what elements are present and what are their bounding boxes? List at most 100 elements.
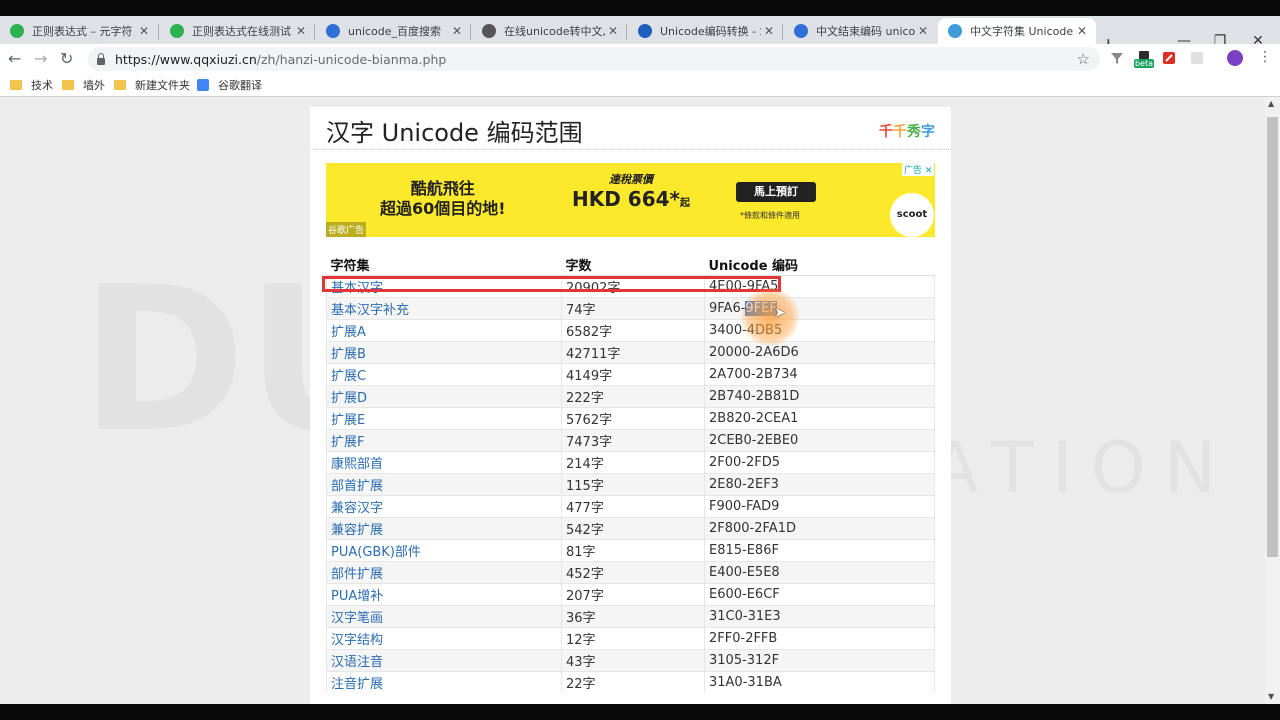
table-row: 扩展A6582字3400-4DB5	[326, 319, 935, 342]
filter-extension-icon[interactable]	[1110, 51, 1124, 65]
charset-link[interactable]: 部件扩展	[326, 561, 562, 584]
char-count-cell: 7473字	[561, 429, 705, 452]
forward-button[interactable]: →	[34, 49, 47, 68]
ad-choices-tag[interactable]: 广告 ✕	[902, 163, 935, 176]
char-count-cell: 214字	[561, 451, 705, 474]
bookmark-folder-tech[interactable]: 技术	[10, 77, 53, 93]
unicode-range-cell: 3400-4DB5	[704, 319, 935, 342]
unicode-range-cell: E815-E86F	[704, 539, 935, 562]
tab-separator	[158, 24, 159, 40]
chat-icon	[170, 24, 184, 38]
charset-link[interactable]: 汉字结构	[326, 627, 562, 650]
table-row: 扩展E 5762字 2B820-2CEA1	[326, 407, 935, 430]
table-row: 注音扩展 22字 31A0-31BA	[326, 671, 935, 693]
reload-button[interactable]: ↻	[60, 49, 73, 68]
tab-title: 在线unicode转中文,中	[504, 25, 605, 38]
charset-link[interactable]: 扩展D	[326, 385, 562, 408]
tab-title: 正则表达式 – 元字符 |	[32, 25, 136, 38]
grey-extension-icon[interactable]	[1190, 51, 1204, 65]
charset-link[interactable]: 扩展E	[326, 407, 562, 430]
browser-tab[interactable]: 正则表达式 – 元字符 | ✕	[0, 18, 158, 44]
unicode-range-cell: 2E80-2EF3	[704, 473, 935, 496]
content-card: 汉字 Unicode 编码范围 千千秀字 酷航飛往 超過60個目的地! 連稅票價 …	[310, 107, 951, 704]
charset-link[interactable]: 康熙部首	[326, 451, 562, 474]
charset-link[interactable]: 扩展C	[326, 363, 562, 386]
ad-brand-logo: scoot	[890, 193, 934, 237]
browser-tab[interactable]: 在线unicode转中文,中✕	[472, 18, 627, 44]
char-count-cell: 452字	[561, 561, 705, 584]
red-extension-icon[interactable]	[1162, 51, 1176, 65]
bookmark-google-translate[interactable]: 谷歌翻译	[197, 77, 262, 93]
column-header-charset: 字符集	[326, 253, 562, 276]
scroll-up-icon[interactable]: ▲	[1268, 99, 1274, 108]
browser-tab[interactable]: 中文结束编码 unicode✕	[784, 18, 937, 44]
charset-link[interactable]: 扩展A	[326, 319, 562, 342]
charset-link[interactable]: 部首扩展	[326, 473, 562, 496]
ad-book-button[interactable]: 馬上預訂	[736, 182, 816, 202]
charset-link[interactable]: 汉字笔画	[326, 605, 562, 628]
scroll-down-icon[interactable]: ▼	[1268, 692, 1274, 701]
browser-tab[interactable]: 中文字符集 Unicode 编✕	[938, 18, 1096, 44]
screen-letterbox-top	[0, 0, 1280, 16]
charset-link[interactable]: 基本汉字补充	[326, 297, 562, 320]
browser-tab[interactable]: 正则表达式在线测试 | 菜✕	[160, 18, 315, 44]
charset-link[interactable]: 扩展B	[326, 341, 562, 364]
table-row: 扩展C 4149字 2A700-2B734	[326, 363, 935, 386]
unicode-range-cell: 2F800-2FA1D	[704, 517, 935, 540]
bookmark-star-icon[interactable]: ☆	[1077, 50, 1090, 68]
table-row: 扩展B 42711字 20000-2A6D6	[326, 341, 935, 364]
tab-close-icon[interactable]: ✕	[761, 24, 777, 38]
unicode-range-cell: 31C0-31E3	[704, 605, 935, 628]
char-count-cell: 542字	[561, 517, 705, 540]
tab-close-icon[interactable]: ✕	[915, 24, 931, 38]
address-bar[interactable]: https://www.qqxiuzi.cn/zh/hanzi-unicode-…	[88, 47, 1100, 71]
ad-banner[interactable]: 酷航飛往 超過60個目的地! 連稅票價 HKD 664*起 馬上預訂 *條款和條件…	[326, 163, 935, 237]
browser-tab[interactable]: Unicode编码转换 - 站 ✕	[628, 18, 783, 44]
globe-icon	[482, 24, 496, 38]
tab-close-icon[interactable]: ✕	[136, 24, 152, 38]
tab-close-icon[interactable]: ✕	[1074, 24, 1090, 38]
tab-close-icon[interactable]: ✕	[605, 24, 621, 38]
charset-link[interactable]: 兼容汉字	[326, 495, 562, 518]
url-text[interactable]: https://www.qqxiuzi.cn/zh/hanzi-unicode-…	[115, 52, 446, 67]
profile-avatar-icon[interactable]	[1227, 50, 1243, 66]
table-row: PUA(GBK)部件 81字 E815-E86F	[326, 539, 935, 562]
tab-title: Unicode编码转换 - 站	[660, 25, 761, 38]
scrollbar-thumb[interactable]	[1267, 117, 1278, 557]
unicode-range-cell: 2F00-2FD5	[704, 451, 935, 474]
back-button[interactable]: ←	[8, 49, 21, 68]
tab-title: unicode_百度搜索	[348, 25, 442, 38]
charset-link[interactable]: PUA增补	[326, 583, 562, 606]
table-row: 扩展F 7473字 2CEB0-2EBE0	[326, 429, 935, 452]
vertical-scrollbar[interactable]: ▲ ▼	[1265, 97, 1280, 704]
unicode-range-cell: E400-E5E8	[704, 561, 935, 584]
bookmark-folder-new[interactable]: 新建文件夹	[114, 77, 190, 93]
unicode-range-cell: 20000-2A6D6	[704, 341, 935, 364]
unicode-range-cell: 2CEB0-2EBE0	[704, 429, 935, 452]
unicode-range-cell: 2FF0-2FFB	[704, 627, 935, 650]
tab-separator	[626, 24, 627, 40]
table-row: 兼容汉字 477字 F900-FAD9	[326, 495, 935, 518]
charset-link[interactable]: 注音扩展	[326, 671, 562, 693]
bookmark-folder-outside[interactable]: 墙外	[62, 77, 105, 93]
unicode-range-cell: F900-FAD9	[704, 495, 935, 518]
table-row: PUA增补 207字 E600-E6CF	[326, 583, 935, 606]
tab-close-icon[interactable]: ✕	[449, 24, 465, 38]
charset-link[interactable]: PUA(GBK)部件	[326, 539, 562, 562]
bookmarks-bar: 技术 墙外 新建文件夹 谷歌翻译	[0, 74, 1280, 97]
unicode-range-cell: 9FA6-9FEF	[704, 297, 935, 320]
char-count-cell: 22字	[561, 671, 705, 693]
beta-extension-icon[interactable]: beta	[1134, 51, 1154, 68]
screen-letterbox-bottom	[0, 704, 1280, 720]
charset-link[interactable]: 扩展F	[326, 429, 562, 452]
table-row: 兼容扩展 542字 2F800-2FA1D	[326, 517, 935, 540]
char-count-cell: 4149字	[561, 363, 705, 386]
browser-menu-icon[interactable]: ⋮	[1258, 49, 1272, 65]
browser-tab[interactable]: unicode_百度搜索 ✕	[316, 18, 471, 44]
ad-label: 谷歌广告	[326, 222, 367, 237]
charset-link[interactable]: 汉语注音	[326, 649, 562, 672]
tab-close-icon[interactable]: ✕	[293, 24, 309, 38]
charset-link[interactable]: 兼容扩展	[326, 517, 562, 540]
site-logo[interactable]: 千千秀字	[879, 121, 935, 141]
table-row: 汉字结构 12字 2FF0-2FFB	[326, 627, 935, 650]
